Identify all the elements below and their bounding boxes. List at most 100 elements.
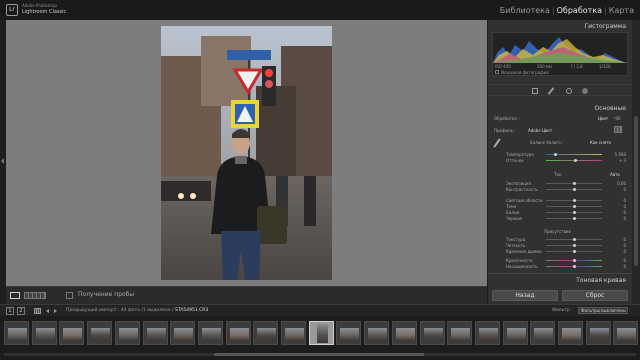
filmstrip-thumbnail[interactable] xyxy=(281,321,306,345)
basic-panel-title[interactable]: Основные xyxy=(594,105,626,112)
filmstrip-thumbnail[interactable] xyxy=(613,321,639,345)
vibrance-value[interactable]: 0 xyxy=(623,258,626,263)
clarity-value[interactable]: 0 xyxy=(623,243,626,248)
presence-label: Присутствие xyxy=(544,229,571,234)
texture-value[interactable]: 0 xyxy=(623,237,626,242)
thumbnail-image xyxy=(146,328,166,341)
tint-value[interactable]: + 3 xyxy=(619,158,626,163)
temperature-value[interactable]: 5 000 xyxy=(615,152,626,157)
mask-icon[interactable] xyxy=(582,88,588,94)
right-panel-scroll-thumb[interactable] xyxy=(634,116,638,266)
grid-view-icon[interactable] xyxy=(34,308,41,314)
blacks-value[interactable]: 0 xyxy=(623,216,626,221)
blacks-label: Черные xyxy=(506,216,522,221)
crop-icon[interactable] xyxy=(532,88,538,94)
highlights-value[interactable]: 0 xyxy=(623,198,626,203)
forward-arrow-icon[interactable] xyxy=(54,309,57,313)
filmstrip-thumbnail[interactable] xyxy=(502,321,528,345)
vibrance-knob[interactable] xyxy=(573,259,576,262)
histogram-title[interactable]: Гистограмма xyxy=(585,23,626,30)
filmstrip-thumbnail[interactable] xyxy=(59,321,85,345)
white-balance-value[interactable]: Как снято xyxy=(590,140,611,145)
profile-value[interactable]: Adobe Цвет xyxy=(528,128,552,133)
module-develop[interactable]: Обработка xyxy=(557,6,602,15)
healing-brush-icon[interactable] xyxy=(547,87,555,95)
filmstrip-thumbnail[interactable] xyxy=(170,321,196,345)
reset-button[interactable]: Сброс xyxy=(562,290,628,301)
shadows-knob[interactable] xyxy=(573,205,576,208)
filmstrip-thumbnail[interactable] xyxy=(530,321,556,345)
highlights-knob[interactable] xyxy=(573,199,576,202)
filmstrip-scroll-thumb[interactable] xyxy=(214,353,424,356)
filmstrip-thumbnail[interactable] xyxy=(114,321,140,345)
filmstrip-scrollbar[interactable] xyxy=(4,353,636,356)
clarity-label: Четкость xyxy=(506,243,526,248)
filmstrip-thumbnail[interactable] xyxy=(447,321,473,345)
main-window-button[interactable]: 1 xyxy=(6,307,14,315)
filmstrip-thumbnail[interactable] xyxy=(197,321,223,345)
before-after-icon[interactable] xyxy=(24,292,46,299)
filmstrip-thumbnail[interactable] xyxy=(558,321,583,345)
filmstrip-thumbnail[interactable] xyxy=(585,321,611,345)
filter-dropdown[interactable]: Фильтры выключены xyxy=(578,307,628,314)
tint-knob[interactable] xyxy=(574,159,577,162)
filmstrip-thumbnail[interactable] xyxy=(364,321,390,345)
texture-knob[interactable] xyxy=(573,238,576,241)
dehaze-knob[interactable] xyxy=(573,250,576,253)
contrast-value[interactable]: 0 xyxy=(623,187,626,192)
filmstrip-thumbnail[interactable] xyxy=(142,321,168,345)
shadows-value[interactable]: 0 xyxy=(623,204,626,209)
dehaze-value[interactable]: 0 xyxy=(623,249,626,254)
profile-browser-icon[interactable] xyxy=(614,126,622,133)
tone-auto-button[interactable]: Авто xyxy=(610,172,620,177)
exposure-knob[interactable] xyxy=(573,182,576,185)
image-viewer[interactable] xyxy=(6,20,487,286)
back-arrow-icon[interactable] xyxy=(46,309,49,313)
filmstrip-thumbnail[interactable] xyxy=(4,321,29,345)
develop-right-panel: Гистограмма ISO 400 200 мм f / 2,8 1/320… xyxy=(488,20,632,304)
saturation-value[interactable]: 0 xyxy=(623,264,626,269)
whites-label: Белые xyxy=(506,210,520,215)
whites-value[interactable]: 0 xyxy=(623,210,626,215)
loupe-view-icon[interactable] xyxy=(10,292,20,299)
soft-proofing-checkbox[interactable] xyxy=(66,292,73,299)
filmstrip-thumbnail[interactable] xyxy=(474,321,500,345)
tone-curve-title[interactable]: Тоновая кривая xyxy=(576,277,626,284)
contrast-knob[interactable] xyxy=(573,188,576,191)
filmstrip-source-info[interactable]: Предыдущий импорт : 44 фото /1 выделено … xyxy=(66,308,208,313)
previous-button[interactable]: Назад xyxy=(492,290,558,301)
thumbnail-image xyxy=(506,328,526,341)
clarity-knob[interactable] xyxy=(573,244,576,247)
temperature-label: Температура xyxy=(506,152,534,157)
filmstrip-thumbnail[interactable] xyxy=(308,321,334,345)
right-panel-scrollbar[interactable] xyxy=(632,20,640,304)
module-library[interactable]: Библиотека xyxy=(500,6,550,15)
filmstrip-thumbnail[interactable] xyxy=(253,321,279,345)
thumbnail-image xyxy=(8,328,27,341)
thumbnail-image xyxy=(316,324,328,343)
filmstrip-thumbnail[interactable] xyxy=(419,321,445,345)
filmstrip-thumbnail[interactable] xyxy=(336,321,362,345)
tone-label: Тон xyxy=(554,172,562,177)
saturation-knob[interactable] xyxy=(573,265,576,268)
secondary-window-button[interactable]: 2 xyxy=(17,307,25,315)
whites-knob[interactable] xyxy=(573,211,576,214)
original-photo-checkbox[interactable] xyxy=(495,70,499,74)
treatment-bw[interactable]: Ч/Б xyxy=(614,116,621,121)
filmstrip-thumbnail[interactable] xyxy=(31,321,57,345)
treatment-color[interactable]: Цвет xyxy=(598,116,608,121)
main-photo xyxy=(161,26,332,280)
red-eye-icon[interactable] xyxy=(566,88,572,94)
thumbnail-image xyxy=(423,328,443,341)
dehaze-label: Удаление дымки xyxy=(506,249,542,254)
filmstrip-thumbnail[interactable] xyxy=(391,321,417,345)
filmstrip-thumbnail[interactable] xyxy=(87,321,113,345)
exposure-value[interactable]: 0,00 xyxy=(617,181,626,186)
left-panel-toggle-icon[interactable] xyxy=(1,158,4,164)
saturation-label: Насыщенность xyxy=(506,264,538,269)
module-map[interactable]: Карта xyxy=(609,6,634,15)
white-balance-eyedropper-icon[interactable] xyxy=(493,138,501,148)
temperature-knob[interactable] xyxy=(554,153,557,156)
blacks-knob[interactable] xyxy=(573,217,576,220)
filmstrip-thumbnail[interactable] xyxy=(225,321,251,345)
